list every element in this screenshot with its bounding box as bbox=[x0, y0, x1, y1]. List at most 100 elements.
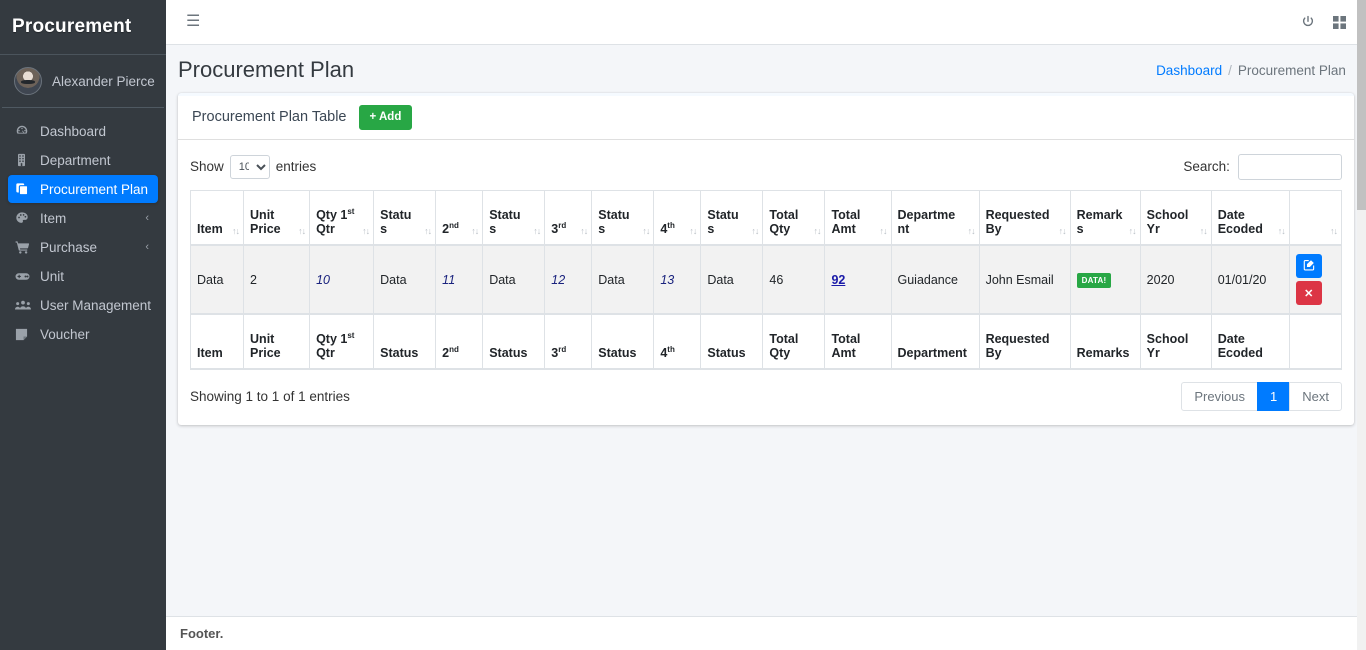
foot-qty-4th: 4th bbox=[653, 313, 702, 371]
search-input[interactable] bbox=[1237, 153, 1342, 180]
copy-icon bbox=[15, 182, 34, 196]
brand-logo[interactable]: Procurement bbox=[0, 0, 166, 55]
cell-qty-4th: 13 bbox=[653, 244, 702, 315]
table-row: Data 2 10 Data 11 Data 12 Data 13 Data 4 bbox=[189, 244, 1342, 315]
brand-title: Procurement bbox=[12, 16, 132, 37]
sidebar-item-voucher[interactable]: Voucher bbox=[8, 320, 158, 348]
col-item[interactable]: Item ↑↓ bbox=[189, 189, 245, 247]
page-scrollbar[interactable] bbox=[1357, 0, 1366, 650]
sidebar-user-panel[interactable]: Alexander Pierce bbox=[2, 55, 164, 108]
cell-status-4: Data bbox=[700, 244, 764, 315]
col-sup: rd bbox=[558, 220, 567, 230]
pagination-next[interactable]: Next bbox=[1289, 382, 1342, 412]
content-area: Procurement Plan Table + Add Show 10 25 … bbox=[166, 93, 1366, 426]
edit-button[interactable] bbox=[1295, 254, 1322, 279]
breadcrumb: Dashboard / Procurement Plan bbox=[1156, 63, 1346, 78]
col-department[interactable]: Department ↑↓ bbox=[890, 189, 980, 247]
grid-squares-icon[interactable] bbox=[1332, 15, 1346, 29]
sort-icon: ↑↓ bbox=[879, 226, 888, 237]
col-label: School Yr bbox=[1146, 208, 1189, 237]
col-label: Total Qty bbox=[769, 208, 799, 237]
foot-sup: st bbox=[347, 330, 355, 340]
sidebar-item-department[interactable]: Department bbox=[8, 146, 158, 174]
breadcrumb-dashboard-link[interactable]: Dashboard bbox=[1156, 63, 1222, 78]
foot-item: Item bbox=[189, 313, 245, 371]
foot-label: Qty 1 bbox=[316, 332, 348, 347]
sidebar-item-purchase[interactable]: Purchase ‹ bbox=[8, 233, 158, 261]
foot-status-4: Status bbox=[700, 313, 764, 371]
col-total-amt[interactable]: Total Amt ↑↓ bbox=[824, 189, 892, 247]
search-control: Search: bbox=[1183, 153, 1342, 180]
cell-department: Guiadance bbox=[890, 244, 980, 315]
building-icon bbox=[15, 153, 34, 167]
sidebar-nav: Dashboard Department Procurement Plan It… bbox=[0, 108, 166, 348]
foot-suffix: Qtr bbox=[316, 346, 335, 361]
col-requested-by[interactable]: Requested By ↑↓ bbox=[978, 189, 1071, 247]
sort-icon: ↑↓ bbox=[471, 226, 479, 237]
col-school-yr[interactable]: School Yr ↑↓ bbox=[1139, 189, 1212, 247]
col-status-3[interactable]: Status ↑↓ bbox=[591, 189, 655, 247]
foot-total-qty: Total Qty bbox=[762, 313, 826, 371]
total-amt-link[interactable]: 92 bbox=[831, 273, 845, 287]
col-status-4[interactable]: Status ↑↓ bbox=[700, 189, 764, 247]
qty-1st-link[interactable]: 10 bbox=[316, 273, 330, 287]
procurement-plan-table: Item ↑↓ Unit Price ↑↓ Qty 1st Qtr ↑↓ Status… bbox=[189, 189, 1342, 371]
foot-total-amt: Total Amt bbox=[824, 313, 892, 371]
chevron-left-icon: ‹ bbox=[145, 241, 149, 253]
power-icon[interactable] bbox=[1301, 15, 1315, 29]
pagination-previous[interactable]: Previous bbox=[1181, 382, 1258, 412]
cell-remarks: DATA! bbox=[1069, 244, 1141, 315]
col-status-2[interactable]: Status ↑↓ bbox=[482, 189, 546, 247]
col-actions[interactable]: ↑↓ bbox=[1288, 189, 1342, 247]
cell-school-yr: 2020 bbox=[1139, 244, 1212, 315]
col-date-encoded[interactable]: Date Ecoded ↑↓ bbox=[1210, 189, 1290, 247]
col-status-1[interactable]: Status ↑↓ bbox=[373, 189, 437, 247]
pagination-page-1[interactable]: 1 bbox=[1256, 382, 1291, 412]
pagination: Previous 1 Next bbox=[1181, 382, 1342, 412]
table-header-row: Item ↑↓ Unit Price ↑↓ Qty 1st Qtr ↑↓ Status… bbox=[189, 189, 1342, 247]
col-label: Item bbox=[197, 222, 223, 237]
entries-length-control: Show 10 25 50 100 entries bbox=[190, 154, 316, 179]
qty-3rd-link[interactable]: 12 bbox=[551, 273, 565, 287]
add-button[interactable]: + Add bbox=[358, 105, 413, 130]
scrollbar-thumb[interactable] bbox=[1357, 0, 1366, 210]
tachometer-icon bbox=[15, 124, 34, 138]
foot-qty-1st-qtr: Qty 1st Qtr bbox=[309, 313, 375, 371]
navbar-actions bbox=[1301, 15, 1352, 29]
table-body: Data 2 10 Data 11 Data 12 Data 13 Data 4 bbox=[189, 244, 1342, 315]
sidebar-item-user-management[interactable]: User Management bbox=[8, 291, 158, 319]
col-qty-3rd[interactable]: 3rd ↑↓ bbox=[544, 189, 593, 247]
page-length-select[interactable]: 10 25 50 100 bbox=[229, 154, 270, 179]
cell-requested-by: John Esmail bbox=[978, 244, 1071, 315]
col-label: Status bbox=[380, 208, 412, 237]
sidebar-item-label: Department bbox=[40, 152, 111, 168]
col-qty-1st-qtr[interactable]: Qty 1st Qtr ↑↓ bbox=[309, 189, 375, 247]
col-unit-price[interactable]: Unit Price ↑↓ bbox=[243, 189, 311, 247]
foot-sup: rd bbox=[558, 344, 567, 354]
sidebar-item-item[interactable]: Item ‹ bbox=[8, 204, 158, 232]
hamburger-icon[interactable]: ☰ bbox=[180, 10, 206, 34]
sidebar-item-dashboard[interactable]: Dashboard bbox=[8, 117, 158, 145]
chevron-left-icon: ‹ bbox=[145, 212, 149, 224]
col-remarks[interactable]: Remarks ↑↓ bbox=[1069, 189, 1141, 247]
col-qty-2nd[interactable]: 2nd ↑↓ bbox=[435, 189, 484, 247]
col-label: Qty 1 bbox=[316, 208, 348, 223]
qty-2nd-link[interactable]: 11 bbox=[442, 273, 455, 287]
foot-date-encoded: Date Ecoded bbox=[1210, 313, 1290, 371]
page-title: Procurement Plan bbox=[178, 57, 355, 82]
foot-sup: nd bbox=[449, 344, 459, 354]
sort-icon: ↑↓ bbox=[580, 226, 588, 237]
col-total-qty[interactable]: Total Qty ↑↓ bbox=[762, 189, 826, 247]
sidebar-item-label: Purchase bbox=[40, 239, 98, 255]
sidebar-item-procurement-plan[interactable]: Procurement Plan bbox=[8, 175, 158, 203]
sidebar-item-unit[interactable]: Unit bbox=[8, 262, 158, 290]
col-sup: nd bbox=[449, 220, 459, 230]
sticky-note-icon bbox=[15, 328, 34, 341]
col-qty-4th[interactable]: 4th ↑↓ bbox=[653, 189, 702, 247]
delete-button[interactable]: ✕ bbox=[1295, 281, 1322, 306]
card-body: Show 10 25 50 100 entries Search: bbox=[178, 140, 1354, 426]
cell-qty-3rd: 12 bbox=[544, 244, 593, 315]
sort-icon: ↑↓ bbox=[1058, 226, 1067, 237]
top-navbar: ☰ bbox=[166, 0, 1366, 45]
qty-4th-link[interactable]: 13 bbox=[660, 273, 674, 287]
